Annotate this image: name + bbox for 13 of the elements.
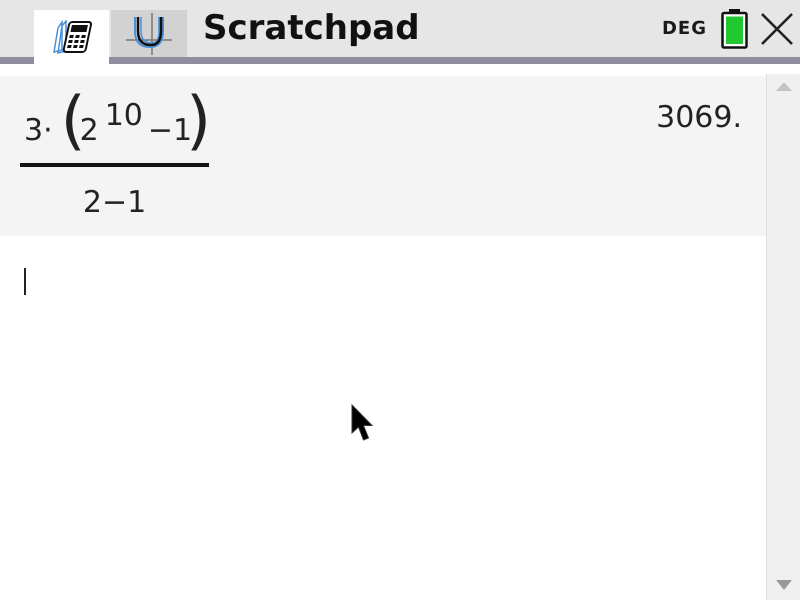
window-title: Scratchpad — [203, 8, 420, 48]
battery-icon — [721, 8, 748, 48]
down-arrow-icon — [776, 580, 792, 590]
text-cursor — [24, 268, 26, 294]
app-tab[interactable] — [111, 10, 187, 57]
close-icon — [760, 12, 794, 46]
angle-mode-indicator: DEG — [662, 18, 707, 39]
graph-icon — [126, 12, 172, 54]
pointer-icon — [351, 404, 373, 442]
result-value: 3069. — [656, 100, 742, 135]
app-tab[interactable] — [34, 10, 109, 66]
close-button[interactable] — [760, 12, 794, 46]
up-arrow-icon — [776, 82, 792, 91]
